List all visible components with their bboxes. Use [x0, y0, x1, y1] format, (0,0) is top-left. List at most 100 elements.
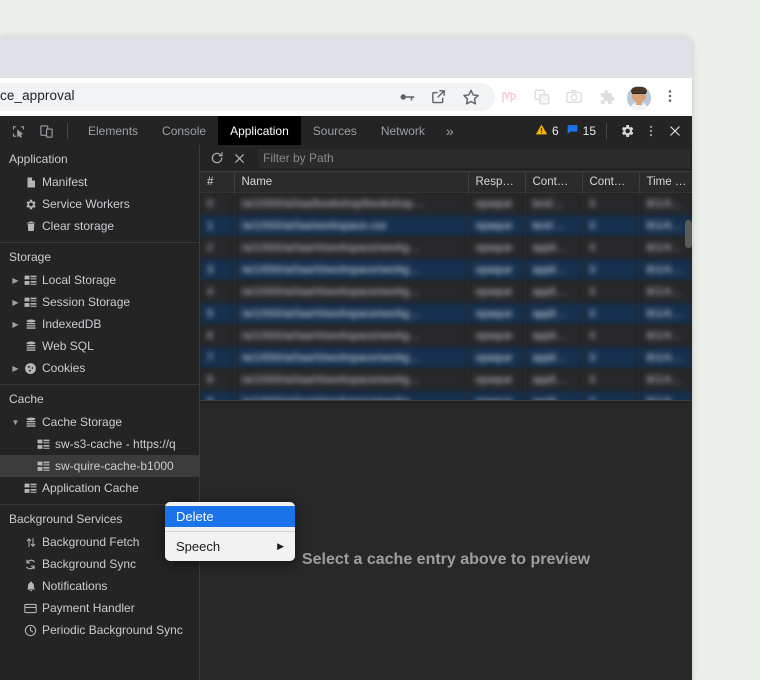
browser-menu-icon[interactable]	[662, 88, 680, 106]
sidebar-item-label: sw-quire-cache-b1000	[55, 459, 174, 473]
sidebar-item-label: Payment Handler	[42, 601, 135, 615]
cell-content-type: appli…	[525, 369, 583, 391]
cell-content-length: 0	[582, 237, 640, 259]
table-row[interactable]: 2/a/1/000/a/i/aa/rt/workspace/workg… opaq…	[200, 237, 692, 259]
tab-more-chevron-icon[interactable]: »	[437, 116, 463, 145]
delete-x-icon[interactable]	[228, 147, 250, 169]
column-header-number[interactable]: #	[200, 172, 235, 193]
table-row[interactable]: 6/a/1/000/a/i/aa/rt/workspace/workg… opaq…	[200, 325, 692, 347]
close-icon[interactable]	[665, 121, 685, 141]
table-header-row: # Name Resp… Cont… Cont… Time …	[200, 172, 692, 193]
table-row[interactable]: 1/a/1/000/a/i/aa/workspace.css opaque text…	[200, 215, 692, 237]
message-bubble-icon	[566, 123, 579, 139]
more-vertical-icon[interactable]	[641, 121, 661, 141]
tab-application[interactable]: Application	[218, 116, 301, 145]
context-menu-item-label: Speech	[176, 539, 221, 554]
sidebar-item-session-storage[interactable]: ▶ Session Storage	[0, 291, 199, 313]
cell-index: 1	[200, 215, 235, 237]
chevron-right-icon[interactable]: ▶	[9, 298, 22, 307]
extension-tabs-icon[interactable]	[533, 88, 551, 106]
application-main-panel: # Name Resp… Cont… Cont… Time … 0/a/1/00…	[200, 145, 692, 680]
extension-camera-icon[interactable]	[565, 88, 583, 106]
message-count: 15	[582, 123, 596, 138]
cache-filter-bar	[200, 145, 692, 172]
sidebar-item-periodic-background-sync[interactable]: Periodic Background Sync	[0, 619, 199, 641]
cookie-icon	[22, 362, 39, 375]
column-header-time-cached[interactable]: Time …	[639, 172, 692, 193]
table-row[interactable]: 3/a/1/000/a/i/aa/rt/workspace/workg… opaq…	[200, 259, 692, 281]
right-tools-divider	[606, 122, 607, 139]
cell-name: /a/1/000/a/i/aa/rt/workspace/workg…	[234, 347, 469, 369]
sidebar-item-sw-quire-cache[interactable]: sw-quire-cache-b1000	[0, 455, 199, 477]
sidebar-item-indexeddb[interactable]: ▶ IndexedDB	[0, 313, 199, 335]
cell-content-type: appli…	[525, 303, 583, 325]
sidebar-item-label: sw-s3-cache - https://q	[55, 437, 176, 451]
chevron-down-icon[interactable]: ▼	[9, 418, 22, 427]
key-icon[interactable]	[398, 88, 416, 106]
device-toolbar-icon[interactable]	[36, 121, 56, 141]
table-row[interactable]: 4/a/1/000/a/i/aa/rt/workspace/workg… opaq…	[200, 281, 692, 303]
cell-name: /a/1/000/a/i/aa/rt/workspace/workg…	[234, 325, 469, 347]
column-header-content-type[interactable]: Cont…	[525, 172, 583, 193]
sidebar-item-payment-handler[interactable]: Payment Handler	[0, 597, 199, 619]
browser-window: ce_approval Elements Console Application…	[0, 36, 692, 680]
table-row[interactable]: 0/a/1/000/a/i/aa/bookshop/bookshop… opaqu…	[200, 192, 692, 215]
context-menu-item-speech[interactable]: Speech ▶	[165, 536, 295, 557]
cell-index: 5	[200, 303, 235, 325]
sidebar-item-label: Web SQL	[42, 339, 94, 353]
sidebar-item-service-workers[interactable]: Service Workers	[0, 193, 199, 215]
tab-sources[interactable]: Sources	[301, 116, 369, 145]
cell-response-type: opaque	[468, 192, 526, 215]
chevron-right-icon[interactable]: ▶	[9, 364, 22, 373]
sidebar-item-cache-storage[interactable]: ▼ Cache Storage	[0, 411, 199, 433]
omnibox[interactable]: ce_approval	[0, 83, 495, 111]
bookmark-star-icon[interactable]	[462, 88, 480, 106]
column-header-response-type[interactable]: Resp…	[468, 172, 526, 193]
sidebar-item-web-sql[interactable]: ▶ Web SQL	[0, 335, 199, 357]
message-counter[interactable]: 15	[566, 123, 596, 139]
sidebar-item-manifest[interactable]: Manifest	[0, 171, 199, 193]
section-title-application: Application	[9, 152, 68, 166]
tab-network[interactable]: Network	[369, 116, 437, 145]
gear-icon[interactable]	[617, 121, 637, 141]
extensions-puzzle-icon[interactable]	[597, 88, 615, 106]
inspect-element-icon[interactable]	[8, 121, 28, 141]
chevron-right-icon[interactable]: ▶	[9, 276, 22, 285]
table-row[interactable]: 5/a/1/000/a/i/aa/rt/workspace/workg… opaq…	[200, 303, 692, 325]
tab-elements[interactable]: Elements	[76, 116, 150, 145]
filter-by-path-input[interactable]	[258, 148, 690, 168]
warning-count: 6	[551, 123, 559, 138]
cell-name: /a/1/000/a/i/aa/rt/workspace/workg…	[234, 237, 469, 259]
database-icon	[22, 416, 39, 429]
context-menu-item-delete[interactable]: Delete	[165, 506, 295, 527]
sidebar-item-sw-s3-cache[interactable]: sw-s3-cache - https://q	[0, 433, 199, 455]
chevron-right-icon[interactable]: ▶	[9, 320, 22, 329]
sidebar-item-notifications[interactable]: Notifications	[0, 575, 199, 597]
table-row[interactable]: 9/a/1/000/a/i/aa/rt/workspace/workg…opaq…	[200, 391, 692, 400]
cell-name: /a/1/000/a/i/aa/rt/workspace/workg…	[234, 259, 469, 281]
cell-time-cached: 8/1/4…	[639, 281, 692, 303]
tab-console[interactable]: Console	[150, 116, 218, 145]
table-row[interactable]: 8/a/1/000/a/i/aa/rt/workspace/workg… opaq…	[200, 369, 692, 391]
table-row[interactable]: 7/a/1/000/a/i/aa/rt/workspace/workg… opaq…	[200, 347, 692, 369]
sidebar-item-clear-storage[interactable]: Clear storage	[0, 215, 199, 237]
sidebar-item-application-cache[interactable]: Application Cache	[0, 477, 199, 499]
browser-tabstrip[interactable]	[0, 36, 692, 78]
warning-counter[interactable]: 6	[535, 123, 559, 139]
column-header-content-length[interactable]: Cont…	[582, 172, 640, 193]
cache-entries-table-wrap[interactable]: # Name Resp… Cont… Cont… Time … 0/a/1/00…	[200, 172, 692, 400]
extension-m-icon[interactable]	[500, 88, 518, 106]
application-sidebar[interactable]: Application Manifest Service Workers Cle…	[0, 145, 200, 680]
context-menu[interactable]: Delete Speech ▶	[165, 502, 295, 561]
table-scrollbar-thumb[interactable]	[685, 220, 692, 248]
share-icon[interactable]	[430, 88, 448, 106]
column-header-name[interactable]: Name	[234, 172, 469, 193]
cell-content-length: 0	[582, 215, 640, 237]
refresh-icon[interactable]	[206, 147, 228, 169]
sidebar-item-local-storage[interactable]: ▶ Local Storage	[0, 269, 199, 291]
sidebar-item-cookies[interactable]: ▶ Cookies	[0, 357, 199, 379]
devtools-right-tools: 6 15	[535, 116, 685, 145]
avatar[interactable]	[627, 86, 651, 110]
cell-response-type: opaque	[468, 325, 526, 347]
cell-time-cached: 8/1/4…	[639, 391, 692, 400]
